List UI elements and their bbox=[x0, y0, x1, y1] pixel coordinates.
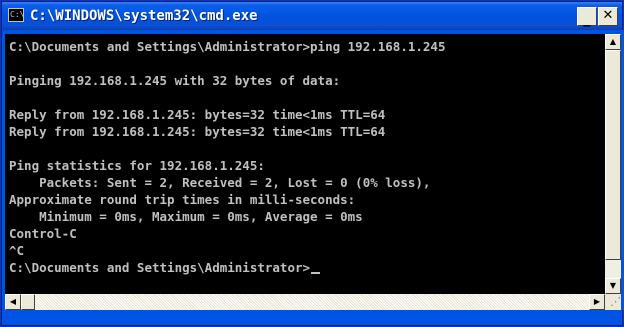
minimize-button[interactable]: _ bbox=[577, 7, 597, 27]
cmd-window: C:\ C:\WINDOWS\system32\cmd.exe _ ✕ C:\D… bbox=[0, 0, 624, 327]
horizontal-scroll-thumb[interactable] bbox=[21, 294, 35, 310]
arrow-down-icon: ▼ bbox=[609, 281, 617, 290]
console-line: Minimum = 0ms, Maximum = 0ms, Average = … bbox=[9, 209, 363, 224]
console-line: Ping statistics for 192.168.1.245: bbox=[9, 158, 265, 173]
window-title: C:\WINDOWS\system32\cmd.exe bbox=[30, 8, 258, 24]
console-line: Approximate round trip times in milli-se… bbox=[9, 192, 356, 207]
vertical-scroll-thumb[interactable] bbox=[605, 50, 621, 260]
vertical-scrollbar[interactable]: ▲ ▼ bbox=[605, 34, 621, 294]
console-line: Reply from 192.168.1.245: bytes=32 time<… bbox=[9, 124, 386, 139]
scroll-left-button[interactable]: ◀ bbox=[5, 294, 21, 310]
scroll-up-button[interactable]: ▲ bbox=[605, 34, 621, 50]
console-line: Reply from 192.168.1.245: bytes=32 time<… bbox=[9, 107, 386, 122]
prompt-text: C:\Documents and Settings\Administrator> bbox=[9, 260, 311, 275]
arrow-up-icon: ▲ bbox=[609, 37, 617, 46]
title-bar[interactable]: C:\ C:\WINDOWS\system32\cmd.exe _ ✕ bbox=[2, 2, 622, 30]
close-button[interactable]: ✕ bbox=[598, 7, 618, 26]
minimize-icon: _ bbox=[583, 11, 591, 27]
scroll-right-button[interactable]: ▶ bbox=[589, 294, 605, 310]
console-line: Control-C bbox=[9, 226, 77, 241]
prompt-line: C:\Documents and Settings\Administrator> bbox=[9, 259, 321, 276]
console-line: C:\Documents and Settings\Administrator>… bbox=[9, 39, 446, 54]
console-line: Pinging 192.168.1.245 with 32 bytes of d… bbox=[9, 73, 341, 88]
arrow-left-icon: ◀ bbox=[9, 297, 17, 306]
console-line: Packets: Sent = 2, Received = 2, Lost = … bbox=[9, 175, 431, 190]
horizontal-scrollbar[interactable]: ◀ ▶ bbox=[5, 294, 605, 310]
window-frame-bottom bbox=[2, 310, 622, 325]
cmd-app-icon[interactable]: C:\ bbox=[8, 8, 24, 22]
console-line: ^C bbox=[9, 243, 25, 258]
text-cursor bbox=[311, 272, 321, 274]
resize-grip-icon[interactable]: ⋰ bbox=[605, 294, 621, 310]
close-icon: ✕ bbox=[602, 8, 614, 23]
console-output[interactable]: C:\Documents and Settings\Administrator>… bbox=[5, 34, 605, 294]
arrow-right-icon: ▶ bbox=[593, 297, 601, 306]
scroll-down-button[interactable]: ▼ bbox=[605, 278, 621, 294]
